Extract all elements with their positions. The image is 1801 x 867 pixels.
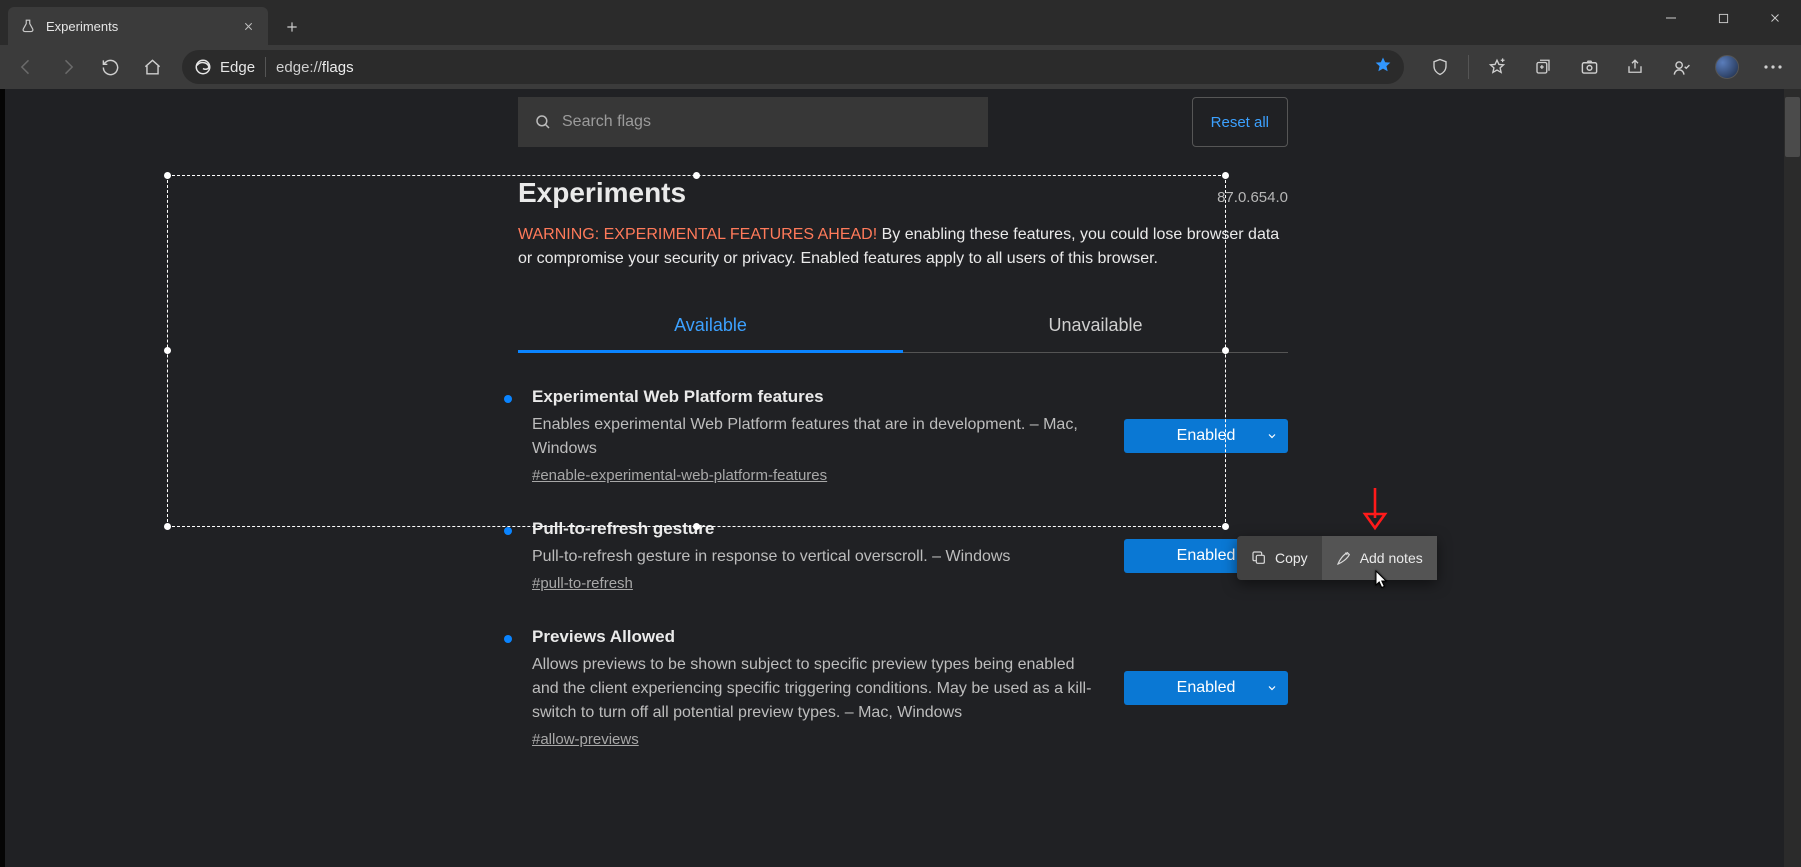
divider [1468,55,1469,79]
modified-dot-icon [504,395,512,403]
version-label: 87.0.654.0 [1217,189,1288,206]
site-identity-chip[interactable]: Edge [194,58,255,76]
web-capture-icon[interactable] [1567,47,1611,87]
url-text: edge://flags [276,59,354,76]
tab-strip: Experiments [0,0,1801,45]
flag-anchor-link[interactable]: #allow-previews [532,731,639,748]
scrollbar-thumb[interactable] [1785,97,1800,157]
mouse-cursor-icon [1375,570,1389,590]
feedback-icon[interactable] [1659,47,1703,87]
chevron-down-icon [1266,682,1278,694]
edge-icon [194,58,212,76]
flag-description: Allows previews to be shown subject to s… [532,653,1092,725]
copy-icon [1251,550,1267,566]
window-controls [1645,0,1801,36]
flag-entry: Experimental Web Platform features Enable… [518,353,1288,485]
flags-toprow: Search flags Reset all [518,97,1288,147]
flask-icon [20,18,36,34]
flag-tabs: Available Unavailable [518,303,1288,353]
flag-state-dropdown[interactable]: Enabled [1124,671,1288,705]
tab-available[interactable]: Available [518,303,903,353]
flag-title: Experimental Web Platform features [532,387,1104,407]
close-icon[interactable] [240,18,256,34]
profile-button[interactable] [1705,47,1749,87]
copy-label: Copy [1275,550,1308,566]
share-icon[interactable] [1613,47,1657,87]
browser-tab[interactable]: Experiments [8,7,268,45]
warning-text: WARNING: EXPERIMENTAL FEATURES AHEAD! By… [518,223,1288,271]
search-placeholder: Search flags [562,113,651,131]
page-header: Experiments 87.0.654.0 [518,177,1288,209]
reset-all-button[interactable]: Reset all [1192,97,1288,147]
warning-prefix: WARNING: EXPERIMENTAL FEATURES AHEAD! [518,226,877,243]
search-icon [534,113,552,131]
modified-dot-icon [504,635,512,643]
search-flags-input[interactable]: Search flags [518,97,988,147]
flags-page: Search flags Reset all Experiments 87.0.… [5,89,1801,867]
home-button[interactable] [132,47,172,87]
favorite-star-icon[interactable] [1374,56,1392,79]
back-button[interactable] [6,47,46,87]
settings-more-button[interactable] [1751,47,1795,87]
divider [265,57,266,77]
tab-unavailable[interactable]: Unavailable [903,303,1288,352]
refresh-button[interactable] [90,47,130,87]
flag-title: Pull-to-refresh gesture [532,519,1104,539]
minimize-button[interactable] [1645,0,1697,36]
flag-entry: Previews Allowed Allows previews to be sh… [518,593,1288,749]
pen-icon [1336,550,1352,566]
flag-state-label: Enabled [1177,679,1236,697]
favorites-icon[interactable] [1475,47,1519,87]
flag-state-label: Enabled [1177,547,1236,565]
address-bar[interactable]: Edge edge://flags [182,50,1404,84]
annotation-arrow-icon [1360,486,1390,539]
copy-button[interactable]: Copy [1237,536,1322,580]
flag-title: Previews Allowed [532,627,1104,647]
modified-dot-icon [504,527,512,535]
flag-state-label: Enabled [1177,427,1236,445]
flag-state-dropdown[interactable]: Enabled [1124,419,1288,453]
flag-description: Pull-to-refresh gesture in response to v… [532,545,1092,569]
close-window-button[interactable] [1749,0,1801,36]
capture-toolbar: Copy Add notes [1237,536,1437,580]
page-viewport: Search flags Reset all Experiments 87.0.… [5,89,1801,867]
new-tab-button[interactable] [274,9,310,45]
toolbar-right-cluster [1418,47,1795,87]
flag-anchor-link[interactable]: #enable-experimental-web-platform-featur… [532,467,827,484]
forward-button[interactable] [48,47,88,87]
add-notes-label: Add notes [1360,550,1423,566]
chevron-down-icon [1266,430,1278,442]
flag-entry: Pull-to-refresh gesture Pull-to-refresh g… [518,485,1288,593]
flag-description: Enables experimental Web Platform featur… [532,413,1092,461]
scrollbar-track[interactable] [1784,89,1801,867]
tab-title: Experiments [46,19,230,34]
maximize-button[interactable] [1697,0,1749,36]
shield-icon[interactable] [1418,47,1462,87]
page-title: Experiments [518,177,1217,209]
browser-toolbar: Edge edge://flags [0,45,1801,89]
avatar [1715,55,1739,79]
site-identity-label: Edge [220,59,255,76]
flag-anchor-link[interactable]: #pull-to-refresh [532,575,633,592]
collections-icon[interactable] [1521,47,1565,87]
